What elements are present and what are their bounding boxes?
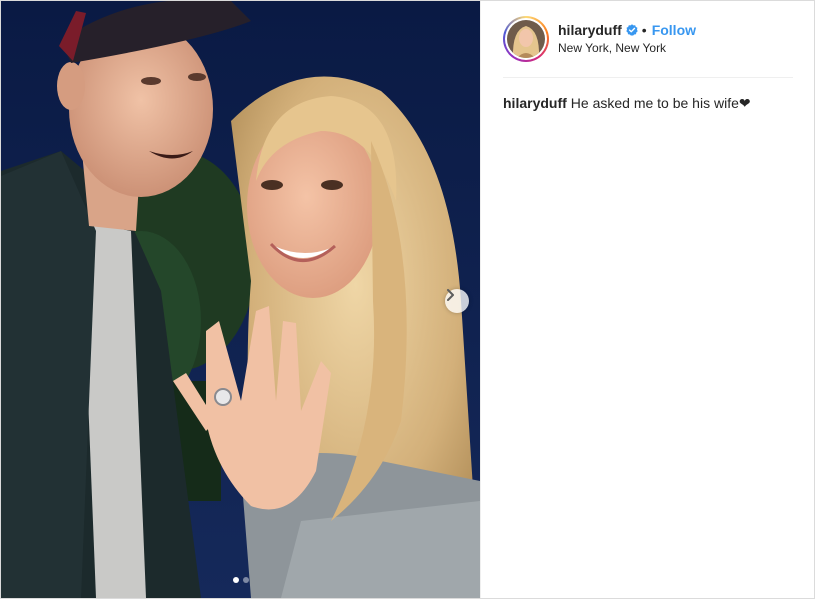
post-photo[interactable] bbox=[1, 1, 480, 598]
carousel-dot-active bbox=[232, 577, 239, 583]
carousel-indicator bbox=[1, 577, 480, 583]
caption-username-link[interactable]: hilaryduff bbox=[503, 95, 567, 111]
username-link[interactable]: hilaryduff bbox=[558, 21, 622, 39]
header-text: hilaryduff • Follow New York, New York bbox=[558, 21, 696, 56]
carousel-dot bbox=[242, 577, 249, 583]
post-caption: hilaryduff He asked me to be his wife❤ bbox=[503, 94, 793, 112]
dot-separator: • bbox=[641, 21, 647, 38]
post-details-pane: hilaryduff • Follow New York, New York h… bbox=[480, 1, 814, 598]
verified-badge-icon bbox=[626, 23, 638, 36]
avatar bbox=[507, 20, 545, 58]
chevron-right-icon bbox=[447, 289, 454, 301]
follow-button[interactable]: Follow bbox=[652, 21, 696, 39]
post-header: hilaryduff • Follow New York, New York bbox=[503, 1, 793, 78]
instagram-post: hilaryduff • Follow New York, New York h… bbox=[0, 0, 815, 599]
photo-illustration bbox=[1, 1, 480, 598]
carousel-next-button[interactable] bbox=[445, 289, 469, 313]
caption-text: He asked me to be his wife❤ bbox=[570, 95, 751, 111]
story-ring[interactable] bbox=[503, 16, 549, 62]
location-link[interactable]: New York, New York bbox=[558, 40, 696, 56]
